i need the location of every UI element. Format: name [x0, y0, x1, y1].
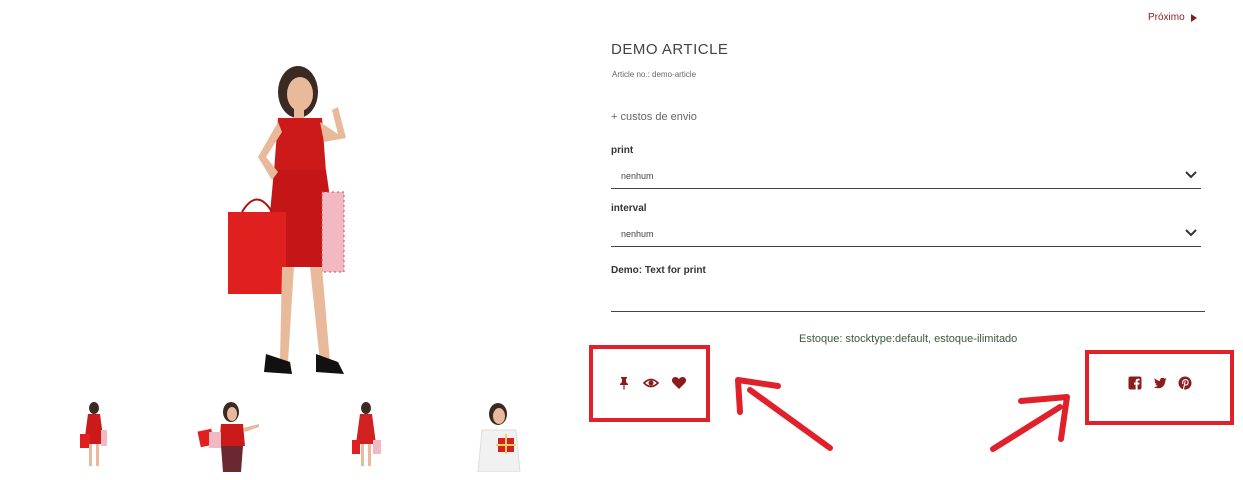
annotation-box	[1085, 350, 1234, 425]
annotation-box	[589, 345, 710, 422]
article-number: Article no.: demo-article	[612, 70, 697, 79]
chevron-down-icon	[1185, 229, 1197, 237]
product-title: DEMO ARTICLE	[611, 41, 729, 58]
next-link-label: Próximo	[1148, 12, 1185, 23]
chevron-down-icon	[1185, 171, 1197, 179]
annotation-arrow	[990, 394, 1070, 452]
shipping-costs-link[interactable]: + custos de envio	[611, 111, 697, 123]
interval-select[interactable]: nenhum	[611, 224, 1201, 247]
annotation-arrow	[735, 377, 833, 451]
print-select[interactable]: nenhum	[611, 166, 1201, 189]
text-for-print-label: Demo: Text for print	[611, 265, 706, 276]
next-product-link[interactable]: Próximo	[1148, 12, 1197, 23]
product-main-image[interactable]	[220, 62, 380, 382]
play-arrow-icon	[1190, 13, 1197, 22]
product-thumbnail[interactable]	[64, 400, 124, 472]
product-thumbnail[interactable]	[470, 400, 530, 472]
print-label: print	[611, 145, 634, 156]
print-selected-value: nenhum	[621, 171, 654, 181]
text-for-print-input[interactable]	[611, 288, 1205, 312]
stock-status: Estoque: stocktype:default, estoque-ilim…	[799, 333, 1018, 345]
interval-label: interval	[611, 203, 647, 214]
product-thumbnail[interactable]	[336, 400, 396, 472]
product-thumbnail[interactable]	[195, 400, 261, 472]
interval-selected-value: nenhum	[621, 229, 654, 239]
